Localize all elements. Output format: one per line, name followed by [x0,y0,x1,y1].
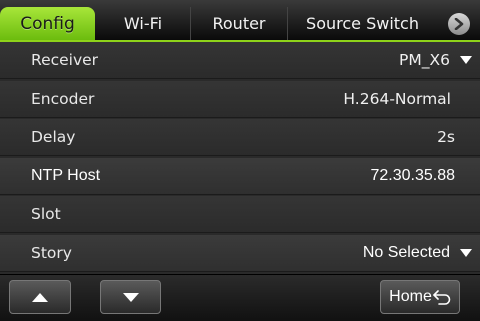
setting-row-encoder[interactable]: Encoder H.264-Normal [0,80,480,118]
settings-list: Receiver PM_X6 Encoder H.264-Normal Dela… [0,42,480,274]
tab-wifi-label: Wi-Fi [123,14,163,33]
ntp-host-value: 72.30.35.88 [370,166,455,184]
setting-row-receiver[interactable]: Receiver PM_X6 [0,42,480,79]
setting-row-slot[interactable]: Slot [0,196,480,234]
tab-config[interactable]: Config [0,7,95,40]
scroll-down-button[interactable] [100,280,161,314]
home-button[interactable]: Home [380,280,460,314]
story-value: No Selected [362,243,450,261]
arrow-up-icon [32,292,48,302]
story-label: Story [31,243,72,262]
setting-row-delay[interactable]: Delay 2s [0,119,480,157]
setting-row-ntp-host[interactable]: NTP Host 72.30.35.88 [0,157,480,195]
arrow-down-icon [122,292,139,302]
slot-label: Slot [31,205,61,224]
bottom-bar: Home [0,274,480,321]
encoder-label: Encoder [31,89,95,108]
tab-router[interactable]: Router [190,7,287,40]
setting-row-story[interactable]: Story No Selected [0,234,480,272]
tab-bar: Config Wi-Fi Router Source Switch [0,0,480,42]
delay-value: 2s [437,128,455,147]
receiver-value: PM_X6 [399,51,450,69]
tab-source-switch[interactable]: Source Switch [287,7,437,40]
ntp-host-label: NTP Host [31,166,101,184]
tab-source-switch-label: Source Switch [306,14,419,33]
tab-wifi[interactable]: Wi-Fi [96,7,190,40]
receiver-label: Receiver [31,51,99,69]
return-arrow-icon [433,290,451,305]
dropdown-caret-icon[interactable] [460,248,472,257]
chevron-right-circle-icon[interactable] [448,13,470,35]
tab-config-label: Config [20,13,75,34]
home-label: Home [389,288,432,305]
dropdown-caret-icon[interactable] [460,56,472,64]
delay-label: Delay [31,128,76,147]
encoder-value: H.264-Normal [343,89,451,108]
scroll-up-button[interactable] [9,280,71,314]
tab-router-label: Router [212,14,266,33]
